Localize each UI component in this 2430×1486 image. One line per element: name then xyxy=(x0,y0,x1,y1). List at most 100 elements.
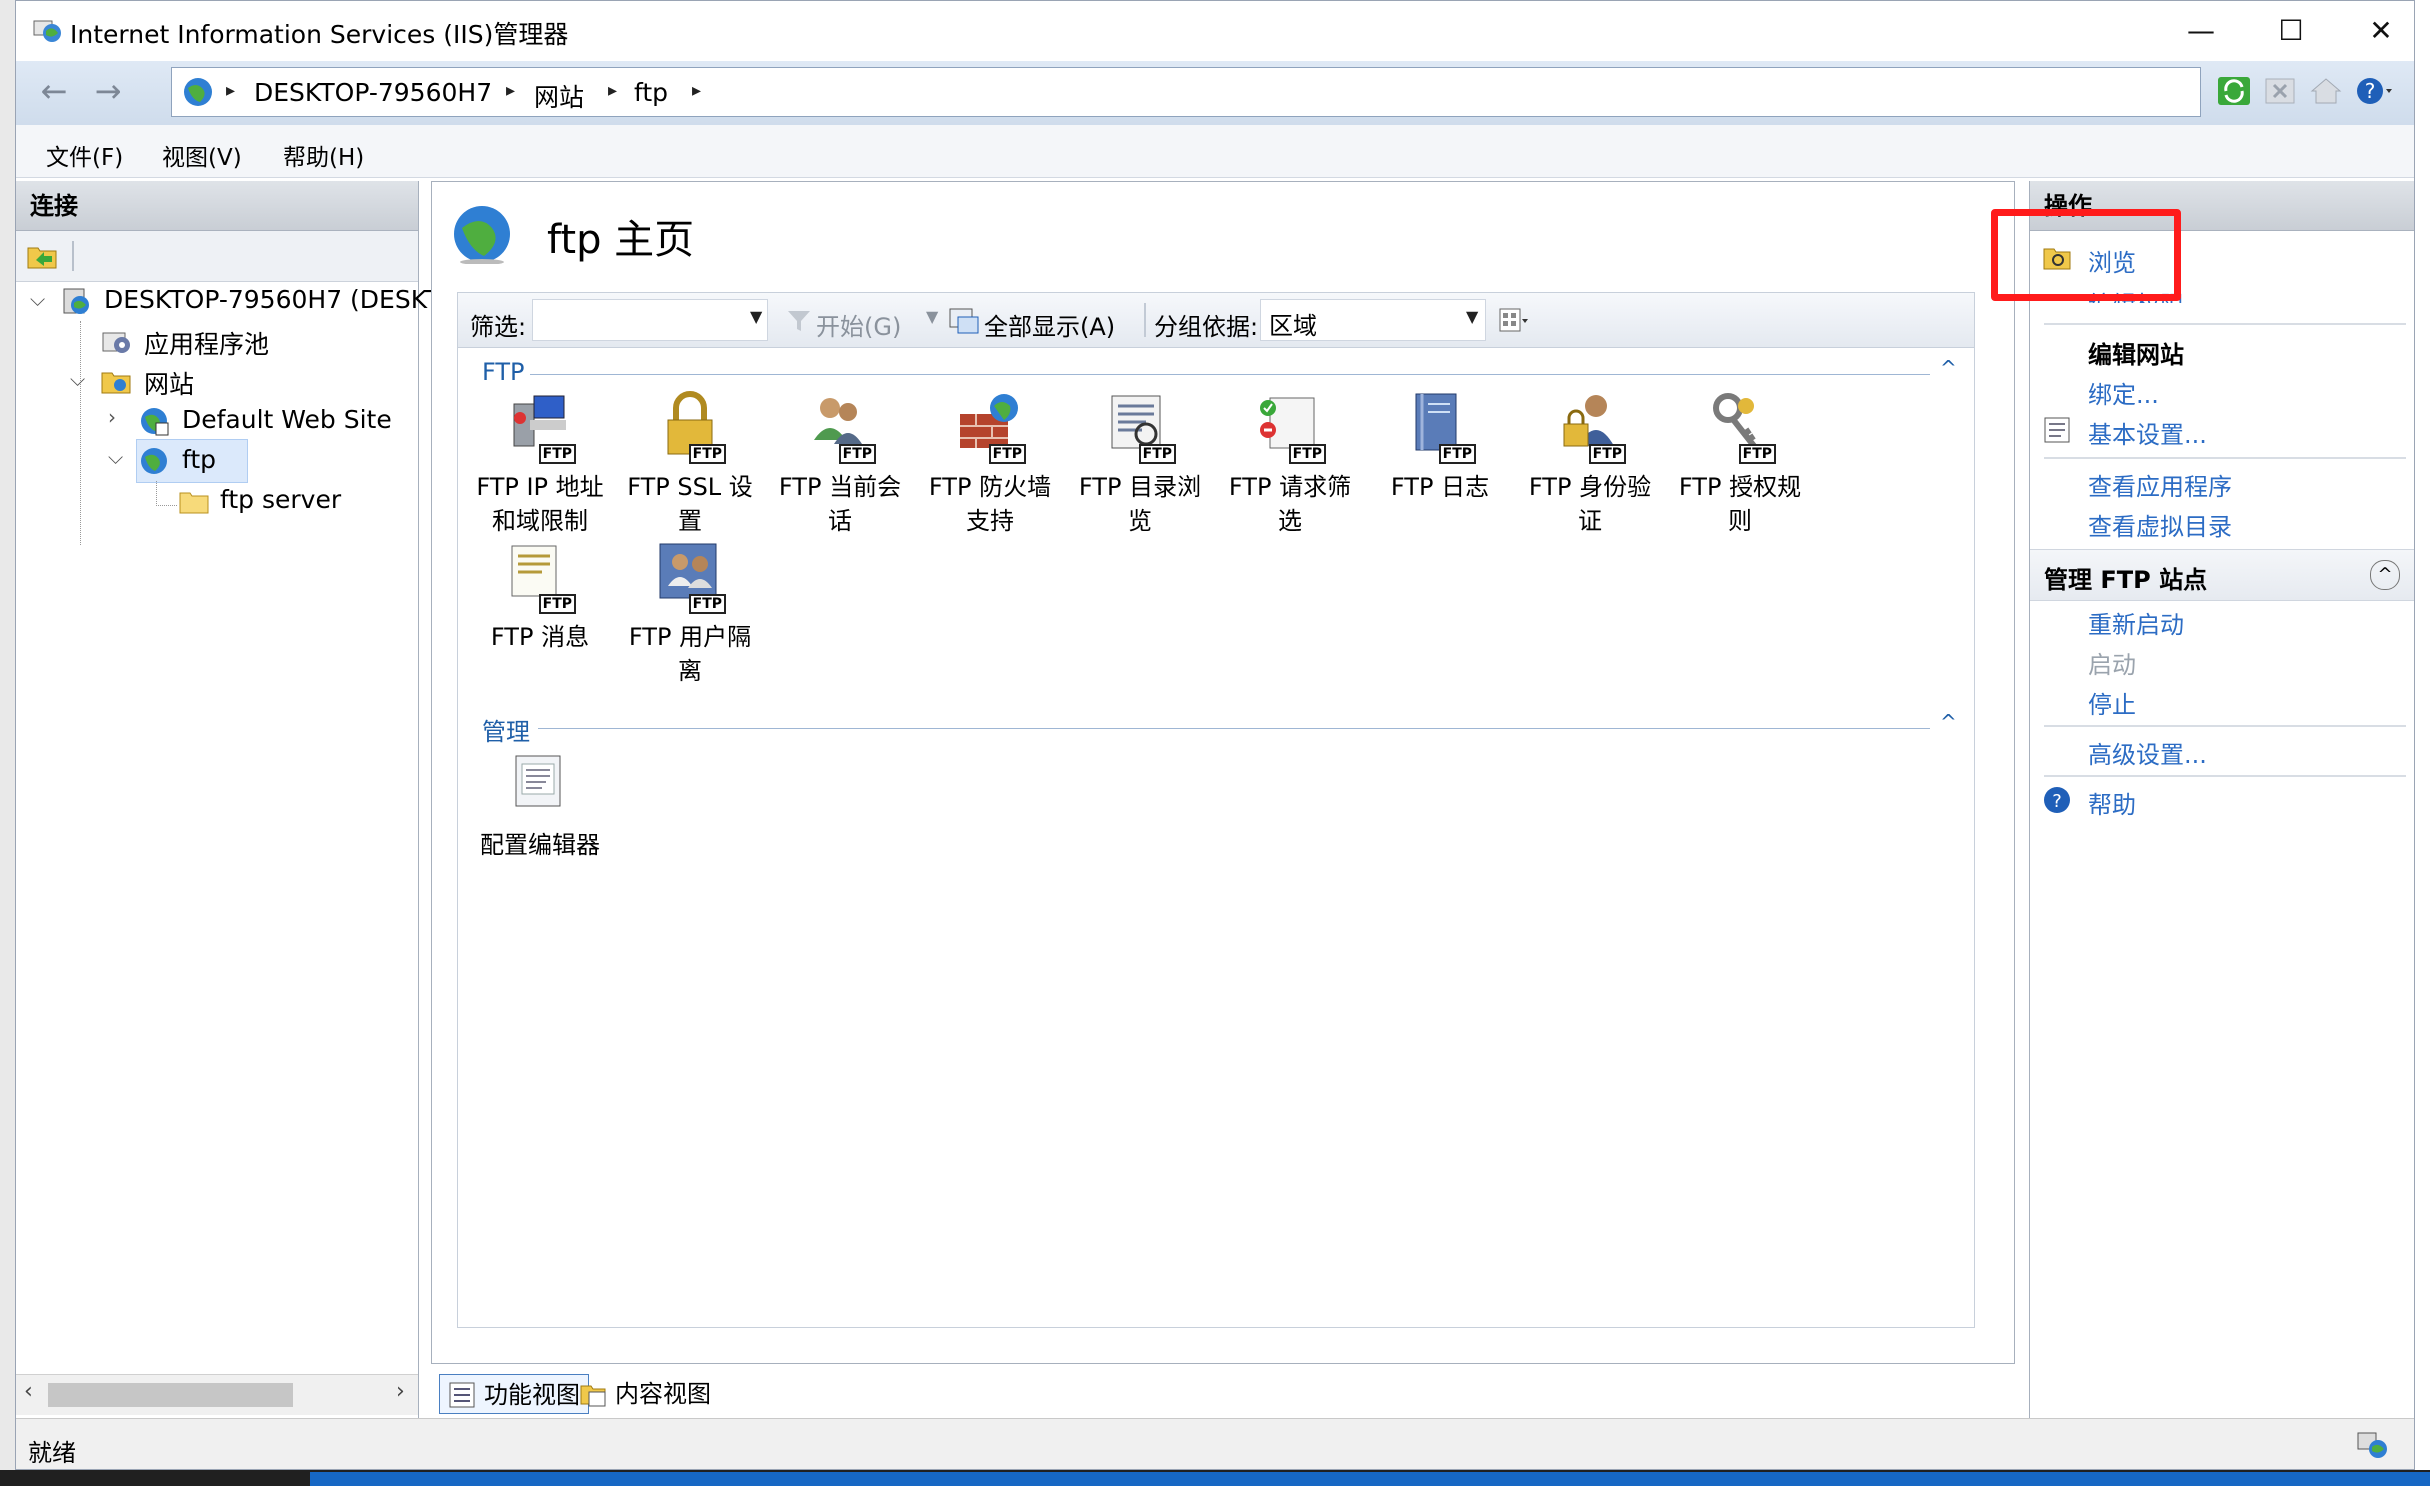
back-button[interactable]: ← xyxy=(30,69,78,117)
iis-app-icon xyxy=(33,20,61,42)
expand-toggle[interactable]: ⌵ xyxy=(70,367,85,391)
feature-ftp-firewall-support[interactable]: FTP FTP 防火墙 支持 xyxy=(916,390,1064,538)
window-title: Internet Information Services (IIS)管理器 xyxy=(70,20,569,49)
collapse-group-management[interactable]: ^ xyxy=(1940,710,1957,734)
feature-ftp-messages[interactable]: FTP FTP 消息 xyxy=(466,540,614,654)
action-start: 启动 xyxy=(2088,651,2136,679)
address-bar[interactable]: ▸ DESKTOP-79560H7 ▸ 网站 ▸ ftp ▸ xyxy=(171,67,2201,117)
website-globe-icon xyxy=(141,408,169,436)
expand-toggle[interactable]: › xyxy=(108,405,116,429)
action-stop[interactable]: 停止 xyxy=(2088,685,2136,720)
feature-ftp-current-sessions[interactable]: FTP FTP 当前会 话 xyxy=(766,390,914,538)
horizontal-scrollbar[interactable]: ‹ › xyxy=(16,1374,418,1415)
tree-app-pools[interactable]: 应用程序池 xyxy=(144,325,269,361)
group-divider xyxy=(530,374,1930,375)
minimize-button[interactable]: — xyxy=(2156,9,2246,53)
view-mode-icon[interactable] xyxy=(1498,307,1528,335)
action-restart[interactable]: 重新启动 xyxy=(2088,605,2184,640)
feature-ftp-authorization-rules[interactable]: FTP FTP 授权规 则 xyxy=(1666,390,1814,538)
actions-separator xyxy=(2044,725,2406,727)
action-bindings[interactable]: 绑定... xyxy=(2088,375,2159,410)
iis-manager-window: Internet Information Services (IIS)管理器 —… xyxy=(15,0,2415,1470)
folder-icon xyxy=(179,492,209,514)
tree-ftp[interactable]: ftp xyxy=(182,445,216,474)
breadcrumb-separator: ▸ xyxy=(608,80,618,101)
action-view-applications[interactable]: 查看应用程序 xyxy=(2088,467,2232,502)
action-view-virtual-directories[interactable]: 查看虚拟目录 xyxy=(2088,507,2232,542)
home-icon[interactable] xyxy=(2306,71,2346,111)
features-content: FTP ^ FTP FTP IP 地址 和域限制 FTP FTP SSL 设 置… xyxy=(457,348,1975,1328)
menu-file[interactable]: 文件(F) xyxy=(46,138,123,172)
forward-button[interactable]: → xyxy=(84,69,132,117)
settings-page-icon xyxy=(2044,417,2070,443)
tree-ftp-server[interactable]: ftp server xyxy=(220,485,341,514)
funnel-icon xyxy=(788,311,810,331)
feature-ftp-user-isolation[interactable]: FTP FTP 用户隔 离 xyxy=(616,540,764,688)
ftp-site-globe-icon xyxy=(454,206,510,264)
refresh-icon[interactable] xyxy=(2214,71,2254,111)
view-switcher: 功能视图 内容视图 xyxy=(431,1366,2015,1418)
features-pane: ftp 主页 筛选: ▼ 开始(G) ▼ 全部显示(A) 分组依据: 区域 ▼ xyxy=(431,181,2015,1364)
content-view-icon xyxy=(580,1385,606,1407)
filter-dropdown-arrow[interactable]: ▼ xyxy=(750,307,762,326)
tree-sites[interactable]: 网站 xyxy=(144,365,194,401)
group-divider xyxy=(538,728,1930,729)
menu-help[interactable]: 帮助(H) xyxy=(283,138,364,172)
feature-ftp-request-filtering[interactable]: FTP FTP 请求筛 选 xyxy=(1216,390,1364,538)
expand-toggle[interactable]: ⌵ xyxy=(30,287,45,311)
group-by-select[interactable]: 区域 xyxy=(1260,299,1486,341)
connections-panel: 连接 ⌵ DESKTOP-79560H7 (DESKTOP-79560H7\ad… xyxy=(16,181,694,1418)
feature-ftp-directory-browsing[interactable]: FTP FTP 目录浏 览 xyxy=(1066,390,1214,538)
sites-folder-icon xyxy=(101,372,131,394)
scroll-right-arrow[interactable]: › xyxy=(396,1379,405,1404)
stop-icon[interactable] xyxy=(2260,71,2300,111)
scroll-thumb[interactable] xyxy=(48,1383,293,1407)
breadcrumb-server[interactable]: DESKTOP-79560H7 xyxy=(254,78,492,107)
breadcrumb-separator: ▸ xyxy=(226,80,236,101)
show-all-icon xyxy=(949,308,979,334)
action-advanced-settings[interactable]: 高级设置... xyxy=(2088,735,2207,770)
action-help[interactable]: 帮助 xyxy=(2088,785,2136,820)
action-basic-settings[interactable]: 基本设置... xyxy=(2088,415,2207,450)
page-title: ftp 主页 xyxy=(547,217,695,263)
svg-text:?: ? xyxy=(2052,791,2062,812)
svg-text:?: ? xyxy=(2365,79,2376,103)
toolbar-divider xyxy=(1144,303,1146,337)
maximize-button[interactable]: ☐ xyxy=(2246,9,2336,53)
feature-ftp-authentication[interactable]: FTP FTP 身份验 证 xyxy=(1516,390,1664,538)
start-filter-button[interactable]: 开始(G) xyxy=(816,307,901,342)
scroll-left-arrow[interactable]: ‹ xyxy=(24,1379,33,1404)
network-status-icon xyxy=(2357,1432,2387,1458)
manage-ftp-heading: 管理 FTP 站点 xyxy=(2044,566,2208,594)
start-dropdown-arrow[interactable]: ▼ xyxy=(926,307,938,326)
breadcrumb-sites[interactable]: 网站 xyxy=(534,78,584,114)
close-button[interactable]: ✕ xyxy=(2336,9,2414,53)
connections-header: 连接 xyxy=(16,181,418,231)
collapse-section-icon[interactable]: ^ xyxy=(2370,560,2400,590)
filter-input[interactable] xyxy=(532,299,768,341)
feature-ftp-logging[interactable]: FTP FTP 日志 xyxy=(1366,390,1514,504)
feature-ftp-ip-restrictions[interactable]: FTP FTP IP 地址 和域限制 xyxy=(466,390,614,538)
menu-view[interactable]: 视图(V) xyxy=(162,138,242,172)
collapse-group-ftp[interactable]: ^ xyxy=(1940,356,1957,380)
features-view-tab[interactable]: 功能视图 xyxy=(439,1374,589,1414)
taskbar-active-strip xyxy=(310,1472,2430,1486)
group-by-dropdown-arrow[interactable]: ▼ xyxy=(1466,307,1478,326)
breadcrumb-ftp[interactable]: ftp xyxy=(634,78,668,107)
show-all-button[interactable]: 全部显示(A) xyxy=(984,307,1115,342)
filter-label: 筛选: xyxy=(470,313,527,341)
connect-folder-icon[interactable] xyxy=(26,240,58,272)
group-title-management: 管理 xyxy=(482,718,530,746)
actions-separator xyxy=(2044,457,2406,459)
tree-default-site[interactable]: Default Web Site xyxy=(182,405,392,434)
content-view-tab[interactable]: 内容视图 xyxy=(571,1374,719,1414)
feature-configuration-editor[interactable]: 配置编辑器 xyxy=(466,748,614,862)
filter-bar: 筛选: ▼ 开始(G) ▼ 全部显示(A) 分组依据: 区域 ▼ xyxy=(457,292,1975,348)
tree-guide xyxy=(80,321,82,545)
expand-toggle[interactable]: ⌵ xyxy=(108,445,123,469)
highlight-box xyxy=(1991,209,2181,301)
feature-ftp-ssl-settings[interactable]: FTP FTP SSL 设 置 xyxy=(616,390,764,538)
help-icon[interactable]: ? xyxy=(2352,71,2392,111)
help-icon: ? xyxy=(2044,787,2070,813)
globe-icon xyxy=(184,78,212,106)
